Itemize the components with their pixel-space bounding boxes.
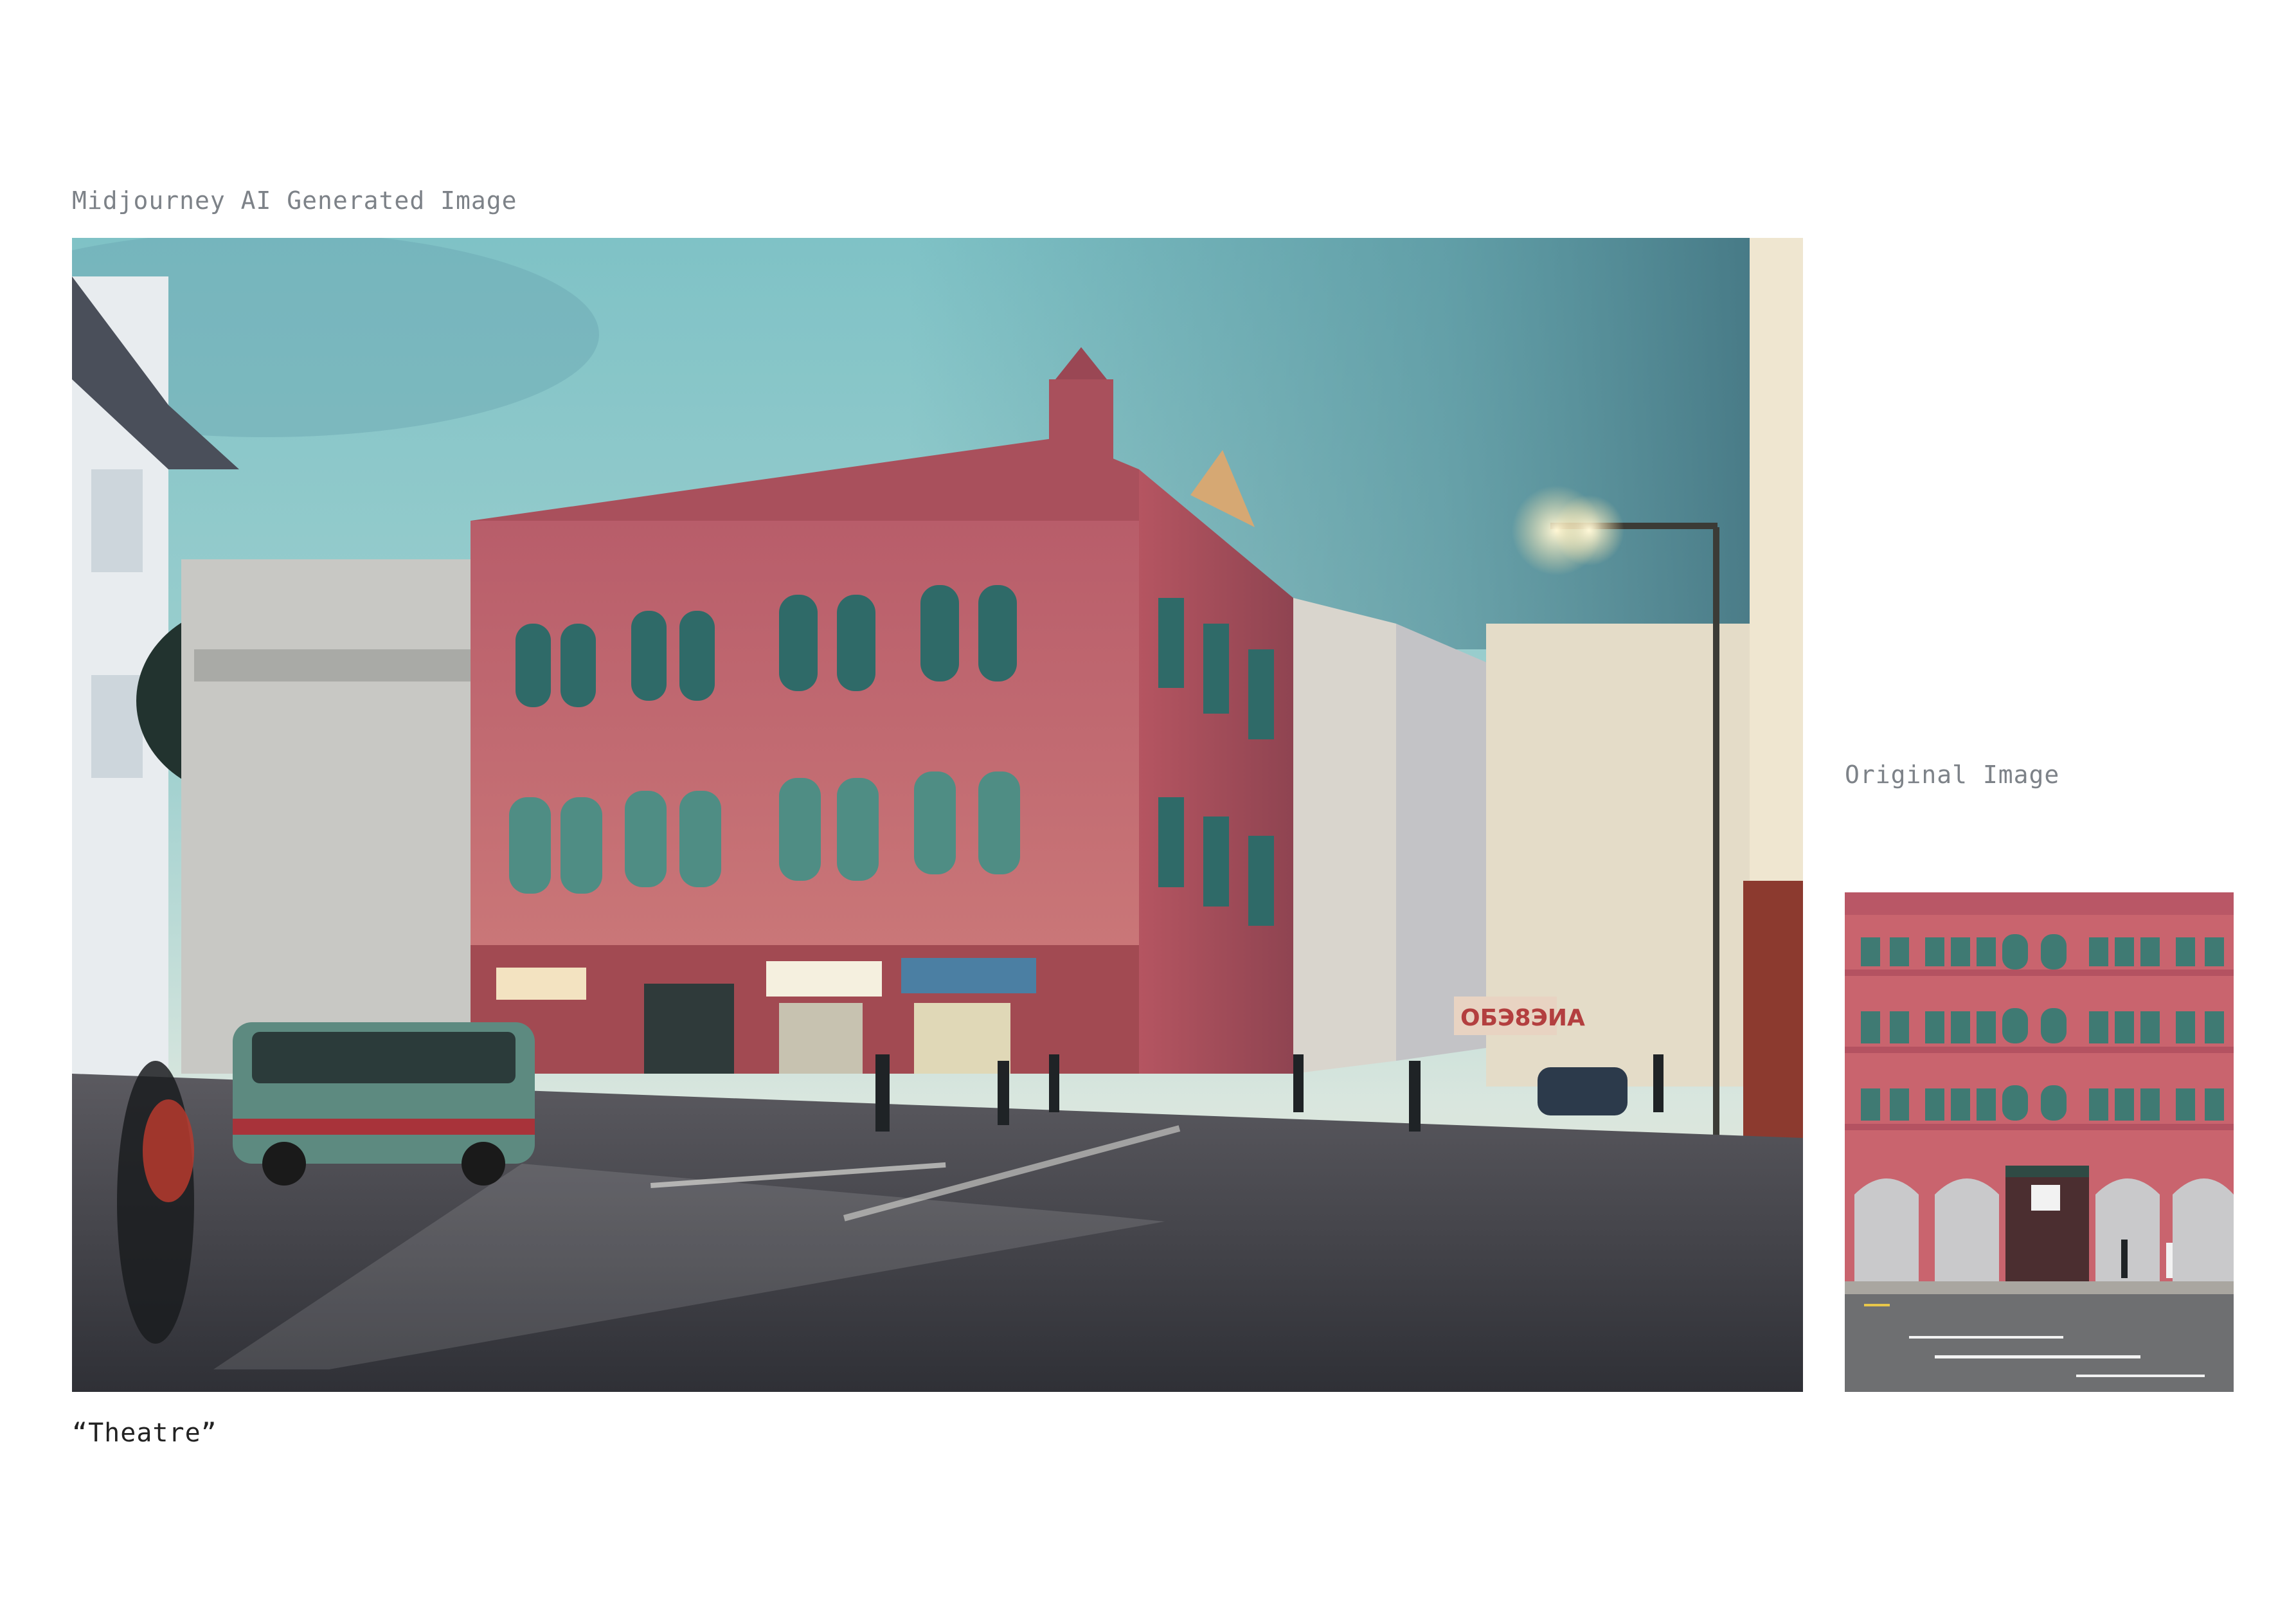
ai-image-caption: Midjourney AI Generated Image: [72, 186, 517, 215]
minibus: [233, 1022, 535, 1186]
street-sign-text: ОБЭ8ЭИА: [1460, 1005, 1585, 1031]
original-image-caption: Original Image: [1845, 761, 2060, 789]
ai-generated-image-svg: ОБЭ8ЭИА: [72, 238, 1803, 1392]
original-image: [1845, 892, 2234, 1392]
image-title-quote: “Theatre”: [72, 1418, 217, 1448]
original-image-svg: [1845, 892, 2234, 1392]
ai-generated-image: ОБЭ8ЭИА: [72, 238, 1803, 1392]
